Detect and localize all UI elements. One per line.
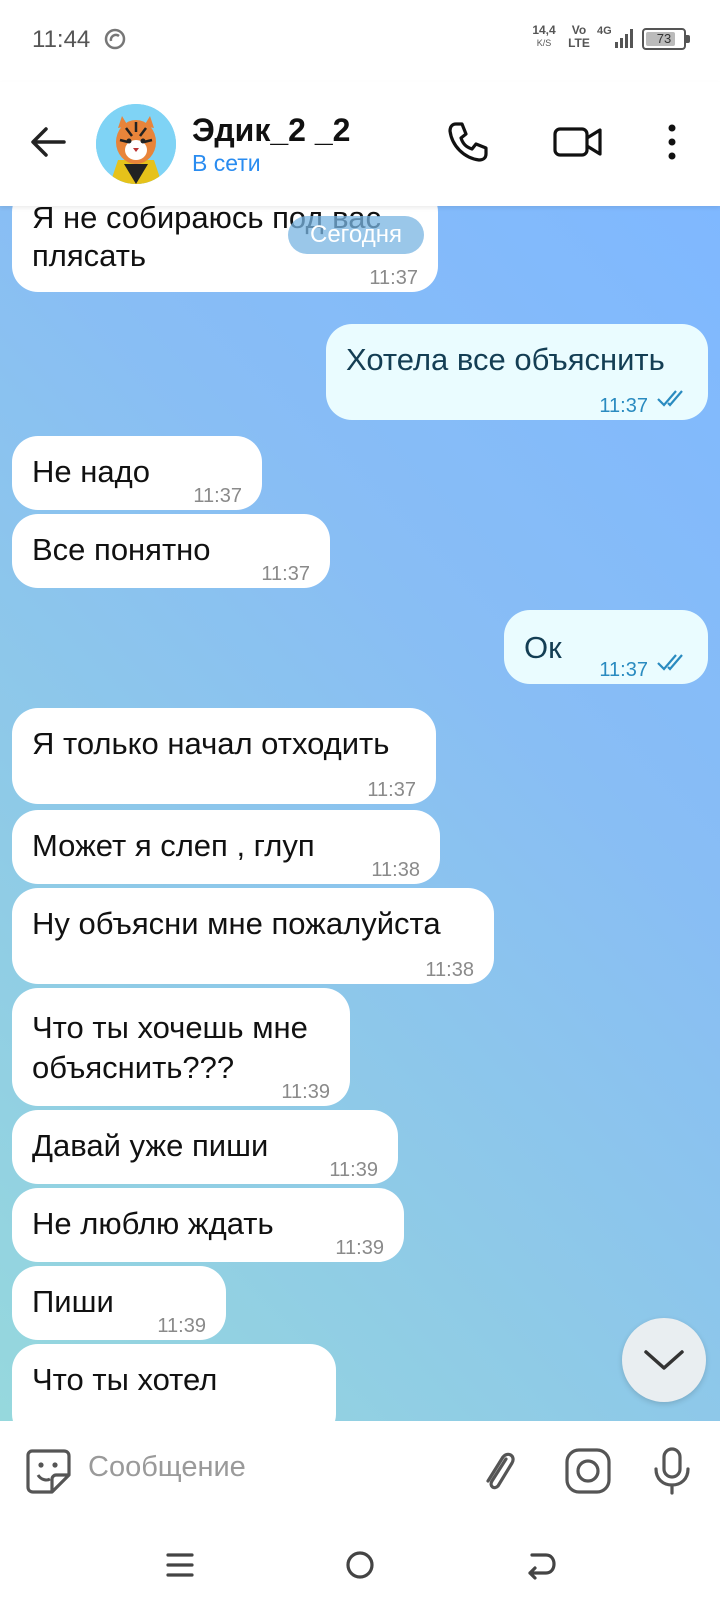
message-text: Пиши — [32, 1284, 114, 1319]
message-text: Давай уже пиши — [32, 1128, 269, 1163]
message-text: Что ты хотел — [32, 1362, 218, 1397]
message-time: 11:37 — [367, 779, 416, 801]
volte-indicator: Vo LTE — [566, 24, 592, 50]
message-text: объяснить??? — [32, 1050, 235, 1085]
home-icon[interactable] — [342, 1547, 378, 1583]
volte-top: Vo — [571, 23, 587, 37]
message-text: Хотела все объяснить — [346, 342, 665, 377]
sticker-icon[interactable] — [22, 1445, 74, 1497]
contact-status: В сети — [192, 150, 261, 176]
message-text: Что ты хочешь мне — [32, 1010, 308, 1045]
message-time: 11:37 — [599, 659, 648, 681]
battery-icon: 73 — [642, 28, 690, 50]
message-text: Ну объясни мне пожалуйста — [32, 906, 441, 941]
message-time: 11:38 — [371, 859, 420, 881]
message-outgoing[interactable]: Ок 11:37 — [504, 610, 708, 684]
phone-icon[interactable] — [444, 118, 492, 166]
dnd-icon — [104, 28, 126, 50]
message-time: 11:39 — [157, 1315, 206, 1337]
system-nav-bar — [0, 1521, 720, 1612]
scroll-to-bottom-button[interactable] — [622, 1318, 706, 1402]
volte-bottom: LTE — [568, 36, 590, 50]
more-menu-icon[interactable] — [648, 118, 696, 166]
status-bar: 11:44 14,4 K/S Vo LTE 4G 73 — [0, 0, 720, 82]
message-incoming[interactable]: Не люблю ждать 11:39 — [12, 1188, 404, 1262]
contact-name[interactable]: Эдик_2 _2 — [192, 112, 350, 149]
date-separator: Сегодня — [288, 216, 424, 254]
message-time: 11:39 — [335, 1237, 384, 1259]
net-speed-unit: K/S — [536, 38, 552, 48]
message-text: Не люблю ждать — [32, 1206, 274, 1241]
message-incoming[interactable]: Может я слеп , глуп 11:38 — [12, 810, 440, 884]
camera-icon[interactable] — [562, 1445, 614, 1497]
message-incoming[interactable]: Я только начал отходить 11:37 — [12, 708, 436, 804]
message-text: Я только начал отходить — [32, 726, 390, 761]
signal-icon — [615, 29, 633, 48]
message-incoming[interactable]: Что ты хочешь мне объяснить??? 11:39 — [12, 988, 350, 1106]
status-time: 11:44 — [32, 26, 91, 53]
message-incoming[interactable]: Ну объясни мне пожалуйста 11:38 — [12, 888, 494, 984]
back-arrow-icon[interactable] — [26, 120, 70, 164]
read-ticks-icon — [657, 654, 683, 671]
message-time: 11:38 — [425, 959, 474, 981]
message-outgoing[interactable]: Хотела все объяснить 11:37 — [326, 324, 708, 420]
message-input[interactable]: Сообщение — [88, 1451, 246, 1484]
message-composer: Сообщение — [0, 1421, 720, 1521]
chevron-down-icon — [644, 1350, 684, 1370]
net-speed: 14,4 K/S — [528, 24, 560, 50]
tiger-avatar-icon — [96, 104, 176, 184]
message-text: плясать — [32, 238, 147, 273]
video-call-icon[interactable] — [552, 118, 604, 166]
message-list[interactable]: Я не собираюсь под вас плясать 11:37 Сег… — [0, 206, 720, 1421]
message-incoming[interactable]: Давай уже пиши 11:39 — [12, 1110, 398, 1184]
message-time: 11:37 — [599, 395, 648, 417]
message-text: Ок — [524, 630, 562, 665]
avatar[interactable] — [96, 104, 176, 184]
message-time: 11:37 — [193, 485, 242, 507]
net-speed-value: 14,4 — [532, 23, 556, 37]
message-text: Не надо — [32, 454, 150, 489]
recents-icon[interactable] — [162, 1547, 198, 1583]
microphone-icon[interactable] — [646, 1445, 698, 1497]
message-incoming[interactable]: Что ты хотел — [12, 1344, 336, 1421]
chat-header: Эдик_2 _2 В сети — [0, 82, 720, 206]
message-text: Может я слеп , глуп — [32, 828, 315, 863]
message-time: 11:37 — [369, 267, 418, 289]
message-incoming[interactable]: Все понятно 11:37 — [12, 514, 330, 588]
battery-level: 73 — [656, 31, 672, 46]
message-time: 11:39 — [281, 1081, 330, 1103]
back-icon[interactable] — [522, 1547, 558, 1583]
read-ticks-icon — [657, 390, 683, 407]
message-incoming[interactable]: Не надо 11:37 — [12, 436, 262, 510]
message-time: 11:37 — [261, 563, 310, 585]
message-incoming[interactable]: Пиши 11:39 — [12, 1266, 226, 1340]
network-type: 4G — [597, 25, 612, 37]
message-text: Все понятно — [32, 532, 211, 567]
attach-icon[interactable] — [474, 1445, 526, 1497]
message-time: 11:39 — [329, 1159, 378, 1181]
